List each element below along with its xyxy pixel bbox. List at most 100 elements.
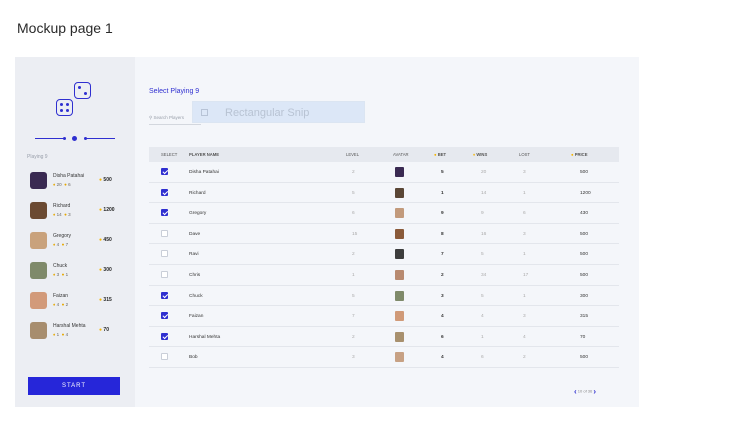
- coin-icon: ●: [99, 177, 103, 183]
- player-card[interactable]: Faizan ♦ 4 ● 2 ● 315: [27, 290, 127, 320]
- col-lost[interactable]: LOST: [519, 152, 530, 157]
- table-row[interactable]: Gregory 6 9 9 6 430: [149, 203, 619, 224]
- select-checkbox[interactable]: [161, 168, 168, 175]
- lost-cell: 4: [523, 334, 526, 340]
- bet-cell: 6: [441, 334, 444, 340]
- price-cell: 70: [580, 334, 586, 340]
- price-cell: 500: [580, 252, 589, 258]
- col-wins[interactable]: ♦ WINS: [473, 152, 487, 157]
- mockup-frame: Playing 9 Disha Patahai ♦ 20 ● 6 ● 500 Rich…: [15, 57, 639, 407]
- player-avatar: [30, 322, 47, 339]
- prev-page-icon[interactable]: ‹: [574, 387, 577, 396]
- wins-cell: 5: [481, 252, 484, 258]
- table-row[interactable]: Harshal Mehta 2 6 1 4 70: [149, 327, 619, 348]
- level-cell: 5: [352, 293, 355, 299]
- col-price[interactable]: ● PRICE: [571, 152, 588, 157]
- level-cell: 2: [352, 170, 355, 175]
- price-cell: 430: [580, 211, 589, 217]
- coin-icon: ●: [61, 302, 65, 307]
- select-checkbox[interactable]: [161, 332, 168, 340]
- player-avatar: [30, 232, 47, 249]
- player-avatar: [395, 290, 404, 301]
- table-row[interactable]: Dave 15 8 16 3 500: [149, 224, 619, 245]
- player-avatar: [30, 292, 47, 309]
- lost-cell: 17: [523, 272, 529, 278]
- player-stats: ♦ 4 ● 2: [53, 302, 69, 307]
- player-name-cell: Disha Patahai: [189, 170, 219, 175]
- bet-cell: 8: [441, 231, 444, 237]
- players-table: SELECT PLAYER NAME LEVEL AVATAR ● BET ♦ …: [149, 147, 619, 368]
- wins-cell: 4: [481, 314, 484, 320]
- wins-cell: 6: [481, 355, 484, 361]
- player-card[interactable]: Chuck ♦ 3 ● 1 ● 300: [27, 260, 127, 290]
- start-button[interactable]: START: [28, 377, 120, 395]
- select-checkbox[interactable]: [161, 270, 168, 278]
- col-select: SELECT: [161, 152, 178, 157]
- player-avatar: [395, 352, 404, 363]
- bet-cell: 9: [441, 211, 444, 217]
- table-row[interactable]: Richard 5 1 14 1 1200: [149, 183, 619, 204]
- lost-cell: 3: [523, 231, 526, 237]
- player-card[interactable]: Richard ♦ 14 ● 3 ● 1200: [27, 200, 127, 230]
- snip-icon: [201, 109, 208, 116]
- table-row[interactable]: Ravi 2 7 5 1 500: [149, 244, 619, 265]
- player-stats: ♦ 3 ● 1: [53, 272, 69, 277]
- col-player-name[interactable]: PLAYER NAME: [189, 152, 219, 157]
- table-row[interactable]: Chris 1 2 34 17 500: [149, 265, 619, 286]
- player-name-cell: Ravi: [189, 252, 199, 258]
- player-card[interactable]: Gregory ♦ 4 ● 7 ● 450: [27, 230, 127, 260]
- player-name-cell: Dave: [189, 231, 201, 237]
- price-cell: 500: [580, 170, 589, 175]
- level-cell: 15: [352, 231, 358, 237]
- table-row[interactable]: Disha Patahai 2 5 20 3 500: [149, 162, 619, 183]
- sidebar: Playing 9 Disha Patahai ♦ 20 ● 6 ● 500 Rich…: [15, 57, 135, 407]
- table-row[interactable]: Chuck 5 3 5 1 300: [149, 286, 619, 307]
- coin-icon: ●: [99, 327, 103, 333]
- trophy-icon: ♦: [53, 242, 56, 247]
- bet-cell: 1: [441, 190, 444, 196]
- select-checkbox[interactable]: [161, 291, 168, 299]
- level-cell: 3: [352, 355, 355, 361]
- player-price: ● 1200: [99, 207, 115, 213]
- player-name-cell: Richard: [189, 190, 206, 196]
- select-checkbox[interactable]: [161, 353, 168, 361]
- player-price: ● 500: [99, 177, 112, 183]
- player-name-cell: Gregory: [189, 211, 207, 217]
- select-checkbox[interactable]: [161, 312, 168, 320]
- select-checkbox[interactable]: [161, 250, 168, 258]
- col-bet[interactable]: ● BET: [434, 152, 446, 157]
- page-title: Select Playing 9: [149, 88, 200, 95]
- player-card[interactable]: Harshal Mehta ♦ 1 ● 4 ● 70: [27, 320, 127, 350]
- bet-cell: 4: [441, 355, 444, 361]
- table-row[interactable]: Bob 3 4 6 2 500: [149, 347, 619, 368]
- select-checkbox[interactable]: [161, 229, 168, 237]
- trophy-icon: ♦: [53, 332, 56, 337]
- coin-icon: ●: [99, 207, 103, 213]
- player-price: ● 300: [99, 267, 112, 273]
- coin-icon: ●: [64, 212, 67, 217]
- player-avatar: [395, 167, 404, 177]
- bet-cell: 4: [441, 314, 444, 320]
- bet-cell: 2: [441, 272, 444, 278]
- playing-label: Playing 9: [27, 154, 48, 160]
- search-placeholder: Search Players: [153, 115, 185, 120]
- selected-players-list: Disha Patahai ♦ 20 ● 6 ● 500 Richard ♦ 14 ● …: [27, 170, 127, 350]
- player-price: ● 315: [99, 297, 112, 303]
- coin-icon: ●: [64, 182, 67, 187]
- select-checkbox[interactable]: [161, 209, 168, 217]
- player-card[interactable]: Disha Patahai ♦ 20 ● 6 ● 500: [27, 170, 127, 200]
- trophy-icon: ♦: [53, 272, 56, 277]
- level-cell: 5: [352, 190, 355, 196]
- wins-cell: 34: [481, 272, 487, 278]
- table-row[interactable]: Faizan 7 4 4 3 315: [149, 306, 619, 327]
- level-cell: 2: [352, 252, 355, 258]
- select-checkbox[interactable]: [161, 188, 168, 196]
- coin-icon: ●: [99, 297, 103, 303]
- player-name: Chuck: [53, 263, 68, 269]
- next-page-icon[interactable]: ›: [593, 387, 596, 396]
- col-level[interactable]: LEVEL: [346, 152, 359, 157]
- player-avatar: [395, 208, 404, 219]
- coin-icon: ●: [61, 242, 65, 247]
- table-header: SELECT PLAYER NAME LEVEL AVATAR ● BET ♦ …: [149, 147, 619, 162]
- player-avatar: [395, 249, 404, 260]
